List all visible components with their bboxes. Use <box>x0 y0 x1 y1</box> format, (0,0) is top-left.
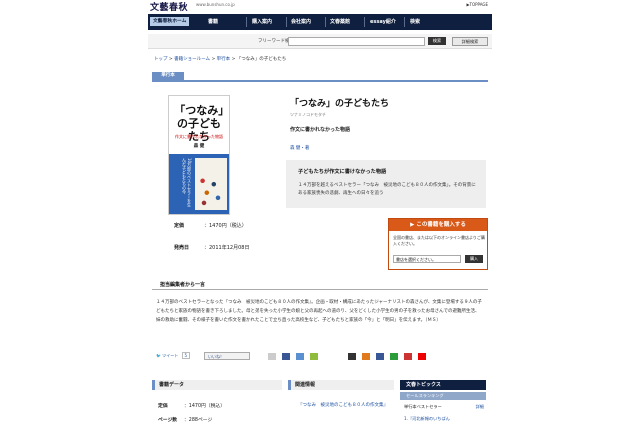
breadcrumb-top[interactable]: トップ <box>154 57 168 62</box>
price-value: ：1470円（税込） <box>204 223 247 229</box>
book-title: 「つなみ」の子どもたち <box>290 99 390 109</box>
purchase-go-button[interactable]: 購入 <box>465 255 483 263</box>
share-icon-2[interactable] <box>282 353 290 360</box>
purchase-heading: ▶ この書籍を購入する <box>389 219 487 231</box>
cover-photo: 10万部のベストセラーを生んだ子どもたちの今 <box>169 154 229 214</box>
book-subtitle: 作文に書かれなかった物語 <box>290 127 351 133</box>
share-icon-8[interactable] <box>390 353 398 360</box>
topics-header: 文春トピックス <box>400 380 486 390</box>
share-icon-7[interactable] <box>376 353 384 360</box>
nav-search[interactable]: 検索 <box>410 16 420 28</box>
book-title-kana: ツナミノコドモタチ <box>290 112 326 117</box>
book-data-label: 定価 <box>158 404 168 409</box>
book-data-value: ：288ページ <box>184 418 213 423</box>
tab-hardcover[interactable]: 単行本 <box>152 72 184 80</box>
nav-home-link[interactable]: 文藝春秋ホーム <box>150 17 190 26</box>
breadcrumb-showroom[interactable]: 書籍ショールーム <box>174 57 210 62</box>
purchase-heading-text: この書籍を購入する <box>416 222 466 228</box>
nav-divider <box>286 17 287 27</box>
ranking-category: 単行本ベストセラー 詳細 <box>404 404 484 410</box>
tweet-label: ツイート <box>162 353 179 358</box>
related-link[interactable]: 『つなみ 被災地のこども８０人の作文集』 <box>298 402 388 410</box>
cover-subtitle: 作文に書かれなかった物語 <box>175 134 223 139</box>
cover-children-photos <box>197 174 225 208</box>
category-tabbar: 単行本 <box>152 72 488 82</box>
nav-books[interactable]: 書籍 <box>208 16 218 28</box>
share-icon-3[interactable] <box>296 353 304 360</box>
nav-purchase[interactable]: 購入案内 <box>252 16 272 28</box>
book-data-header: 書籍データ <box>152 380 282 390</box>
release-label: 発売日 <box>174 245 190 251</box>
sales-ranking-tab[interactable]: セールスランキング <box>400 392 486 400</box>
description-box: 子どもたちが作文に書けなかった物語 １４万部を越えるベストセラー「つなみ 被災地… <box>286 160 486 208</box>
description-heading: 子どもたちが作文に書けなかった物語 <box>298 169 387 175</box>
release-row: 発売日 <box>174 244 189 251</box>
share-icon-1[interactable] <box>268 353 276 360</box>
share-icon-4[interactable] <box>310 353 318 360</box>
price-row: 定価 <box>174 222 184 229</box>
search-button[interactable]: 検索 <box>428 37 446 45</box>
site-url: www.bunshun.co.jp <box>196 2 235 7</box>
page: 文藝春秋 www.bunshun.co.jp ▶TOPPAGE 文藝春秋ホーム … <box>148 0 492 426</box>
book-data-value: ：1470円（税込） <box>184 404 225 409</box>
search-bar: フリーワード検索 検索 詳細検索 <box>148 34 492 49</box>
purchase-box: ▶ この書籍を購入する 全国の書店、または以下のオンライン書店よりご購入ください… <box>388 218 488 270</box>
breadcrumb: トップ > 書籍ショールーム > 単行本 > 「つなみ」の子どもたち <box>154 57 287 62</box>
twitter-icon: 🐦 <box>156 353 161 358</box>
purchase-instructions: 全国の書店、または以下のオンライン書店よりご購入ください。 <box>393 235 485 246</box>
toppage-link[interactable]: ▶TOPPAGE <box>466 2 488 7</box>
cover-author: 森 健 <box>193 144 205 149</box>
breadcrumb-current: 「つなみ」の子どもたち <box>236 57 287 62</box>
nav-item-4[interactable]: essay紹介 <box>370 16 396 28</box>
book-data-row: ページ数 ：288ページ <box>158 416 212 423</box>
share-icon-9[interactable] <box>404 353 412 360</box>
editor-heading: 担当編集者から一言 <box>160 282 206 288</box>
nav-divider <box>246 17 247 27</box>
cover-band-text: 10万部のベストセラーを生んだ子どもたちの今 <box>182 158 192 208</box>
description-text: １４万部を越えるベストセラー「つなみ 被災地のこども８０人の作文集」。その背景に… <box>298 183 476 196</box>
nav-divider <box>364 17 365 27</box>
advanced-search-button[interactable]: 詳細検索 <box>452 37 488 46</box>
nav-item-3[interactable]: 文春薬館 <box>330 16 350 28</box>
book-data-row: 定価 ：1470円（税込） <box>158 402 225 409</box>
share-icon-5[interactable] <box>348 353 356 360</box>
nav-company[interactable]: 会社案内 <box>291 16 311 28</box>
cover-inset-book <box>195 158 227 210</box>
share-icon-10[interactable] <box>418 353 426 360</box>
site-header: 文藝春秋 www.bunshun.co.jp ▶TOPPAGE <box>148 0 492 13</box>
book-cover-image: 「つなみ」の子どもたち 作文に書かれなかった物語 森 健 10万部のベストセラー… <box>168 95 230 215</box>
ranking-more-link[interactable]: 詳細 <box>476 404 484 410</box>
main-nav: 文藝春秋ホーム 書籍 購入案内 会社案内 文春薬館 essay紹介 検索 <box>148 14 492 30</box>
tweet-button[interactable]: 🐦 ツイート 5 <box>156 352 196 360</box>
facebook-like-button[interactable]: いいね！ <box>204 352 250 360</box>
bookstore-select[interactable]: 書店を選択ください。 <box>393 255 461 263</box>
nav-divider <box>325 17 326 27</box>
ranking-item[interactable]: 1.『河北新報のいちばん <box>404 416 484 422</box>
book-data-label: ページ数 <box>158 418 178 423</box>
related-info-header: 関連情報 <box>288 380 394 390</box>
breadcrumb-hardcover[interactable]: 単行本 <box>217 57 231 62</box>
author-link[interactable]: 森 健・著 <box>290 145 309 151</box>
release-value: ：2011年12月08日 <box>204 245 250 251</box>
nav-divider <box>404 17 405 27</box>
editor-section-header: 担当編集者から一言 <box>152 280 488 290</box>
price-label: 定価 <box>174 223 185 229</box>
tweet-count: 5 <box>181 352 191 359</box>
editor-comment: １４万部のベストセラーとなった『つなみ 被災地のこども８０人の作文集』。企画・取… <box>156 300 482 323</box>
search-input[interactable] <box>288 37 425 46</box>
site-logo[interactable]: 文藝春秋 <box>150 0 188 13</box>
share-icon-6[interactable] <box>362 353 370 360</box>
ranking-category-label: 単行本ベストセラー <box>404 404 442 409</box>
